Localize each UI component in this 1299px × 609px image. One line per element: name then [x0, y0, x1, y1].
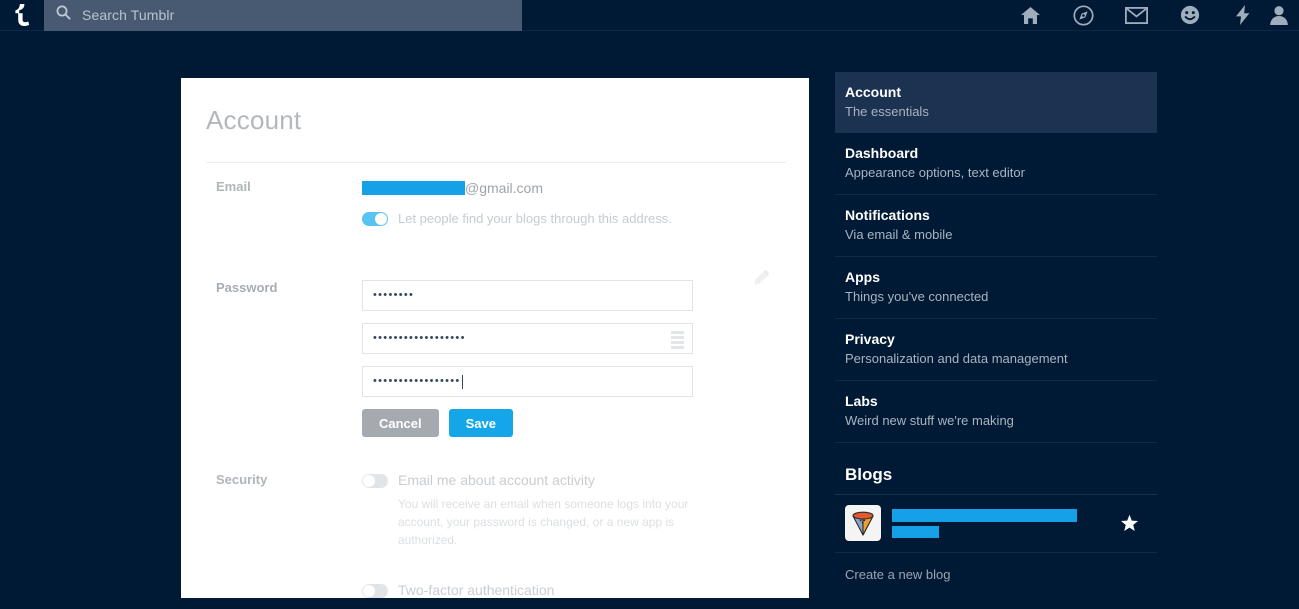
sidebar-item-title: Privacy [845, 330, 1157, 348]
blogs-section-header: Blogs [835, 443, 1157, 495]
sidebar-item-privacy[interactable]: Privacy Personalization and data managem… [835, 319, 1157, 381]
sidebar-item-title: Apps [845, 268, 1157, 286]
search-placeholder: Search Tumblr [82, 7, 174, 23]
lightning-bolt-icon[interactable] [1216, 0, 1269, 31]
search-input[interactable]: Search Tumblr [44, 0, 522, 31]
sidebar-item-subtitle: Things you've connected [845, 288, 1157, 306]
email-visibility-label: Let people find your blogs through this … [398, 211, 672, 226]
top-navbar: Search Tumblr [0, 0, 1299, 31]
email-visibility-toggle-row: Let people find your blogs through this … [362, 211, 672, 226]
new-password-input[interactable]: •••••••••••••••••• [362, 323, 693, 354]
redacted-blog-title [892, 509, 1077, 522]
sidebar-item-subtitle: Via email & mobile [845, 226, 1157, 244]
password-fields: •••••••• •••••••••••••••••• ••••••••••••… [341, 280, 693, 437]
password-strength-meter-icon [671, 331, 684, 349]
two-factor-toggle-row: Two-factor authentication [362, 582, 718, 599]
account-settings-card: Account Email @gmail.com Let people find… [181, 78, 809, 598]
sidebar-item-subtitle: The essentials [845, 103, 1157, 121]
explore-compass-icon[interactable] [1057, 0, 1110, 31]
email-activity-toggle[interactable] [362, 474, 388, 488]
toggle-knob [363, 585, 375, 597]
star-icon[interactable] [1120, 514, 1139, 533]
save-button[interactable]: Save [449, 409, 513, 437]
activity-smiley-icon[interactable] [1163, 0, 1216, 31]
security-row: Security Email me about account activity… [181, 472, 809, 609]
email-label: Email [181, 179, 341, 226]
blog-list-item[interactable] [835, 495, 1157, 553]
current-password-value: •••••••• [373, 290, 414, 301]
sidebar-item-title: Account [845, 83, 1157, 101]
create-new-blog-link[interactable]: Create a new blog [835, 553, 1157, 582]
email-activity-description: You will receive an email when someone l… [398, 495, 693, 549]
card-divider [206, 162, 786, 163]
page-title: Account [181, 78, 809, 136]
email-row: Email @gmail.com Let people find your bl… [181, 179, 809, 226]
two-factor-description [398, 605, 718, 609]
confirm-password-input[interactable]: ••••••••••••••••• [362, 366, 693, 397]
text-caret [462, 375, 463, 389]
navbar-icon-group [1004, 0, 1299, 31]
new-password-value: •••••••••••••••••• [373, 333, 466, 344]
sidebar-item-title: Dashboard [845, 144, 1157, 162]
sidebar-item-subtitle: Appearance options, text editor [845, 164, 1157, 182]
security-section-gap [362, 549, 718, 582]
sidebar-item-apps[interactable]: Apps Things you've connected [835, 257, 1157, 319]
cancel-button[interactable]: Cancel [362, 409, 439, 437]
blog-name-block [892, 509, 1120, 538]
email-content: @gmail.com Let people find your blogs th… [341, 179, 672, 226]
email-activity-toggle-row: Email me about account activity [362, 472, 718, 489]
sidebar-item-title: Notifications [845, 206, 1157, 224]
confirm-password-value: ••••••••••••••••• [373, 376, 461, 387]
redacted-blog-handle [892, 526, 939, 538]
account-person-icon[interactable] [1269, 0, 1299, 31]
sidebar-item-labs[interactable]: Labs Weird new stuff we're making [835, 381, 1157, 443]
sidebar-item-notifications[interactable]: Notifications Via email & mobile [835, 195, 1157, 257]
sidebar-item-subtitle: Weird new stuff we're making [845, 412, 1157, 430]
current-password-input[interactable]: •••••••• [362, 280, 693, 311]
email-visibility-toggle[interactable] [362, 212, 388, 226]
email-domain: @gmail.com [465, 180, 543, 196]
security-label: Security [181, 472, 341, 609]
sidebar-item-account[interactable]: Account The essentials [835, 72, 1157, 133]
ice-cream-cone-avatar-icon [845, 505, 881, 541]
sidebar-item-title: Labs [845, 392, 1157, 410]
redacted-email-local-part [362, 181, 465, 195]
password-label: Password [181, 280, 341, 437]
toggle-knob [363, 475, 375, 487]
two-factor-toggle[interactable] [362, 584, 388, 598]
page-body: Account Email @gmail.com Let people find… [0, 31, 1299, 598]
sidebar-item-dashboard[interactable]: Dashboard Appearance options, text edito… [835, 133, 1157, 195]
sidebar-item-subtitle: Personalization and data management [845, 350, 1157, 368]
security-content: Email me about account activity You will… [341, 472, 718, 609]
home-icon[interactable] [1004, 0, 1057, 31]
email-value: @gmail.com [362, 179, 672, 196]
two-factor-label: Two-factor authentication [398, 582, 554, 599]
settings-sidebar: Account The essentials Dashboard Appeara… [835, 72, 1157, 582]
password-row: Password •••••••• •••••••••••••••••• •••… [181, 280, 809, 437]
messages-envelope-icon[interactable] [1110, 0, 1163, 31]
password-button-row: Cancel Save [362, 409, 693, 437]
email-activity-label: Email me about account activity [398, 472, 595, 489]
search-icon [56, 5, 71, 25]
tumblr-logo-icon[interactable] [0, 0, 44, 31]
toggle-knob [375, 213, 387, 225]
